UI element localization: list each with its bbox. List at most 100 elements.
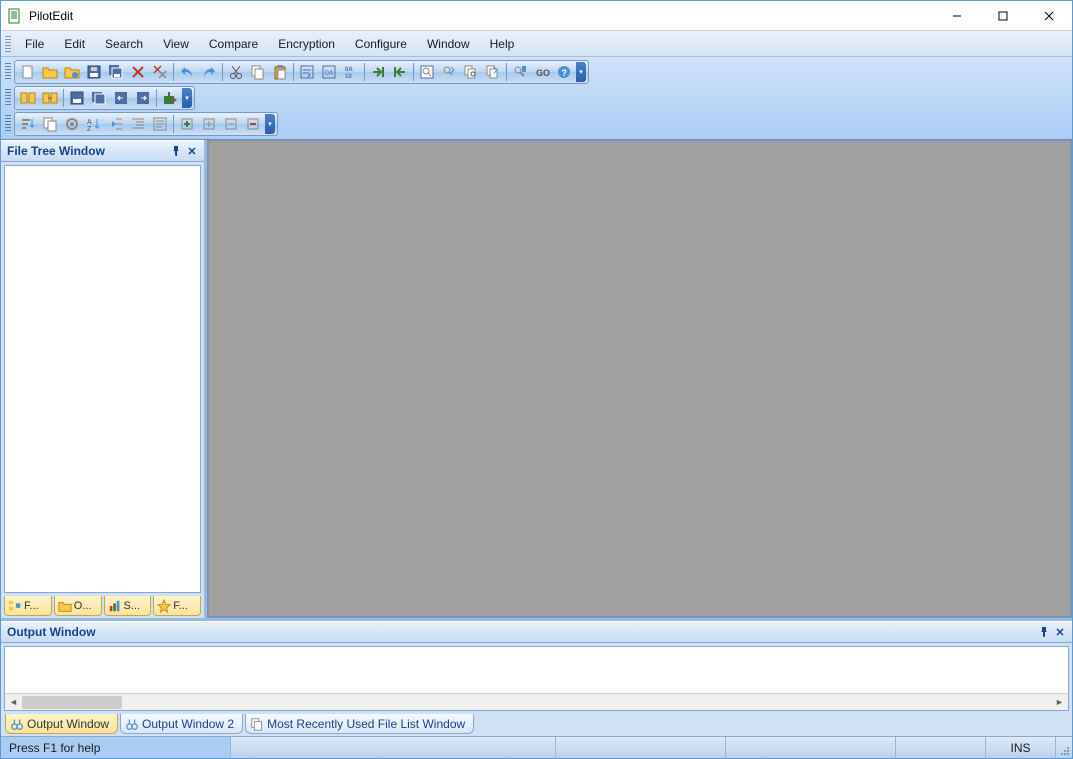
- save-button[interactable]: [83, 62, 105, 82]
- save-all-button[interactable]: [105, 62, 127, 82]
- compare-button[interactable]: [17, 88, 39, 108]
- menu-file[interactable]: File: [15, 33, 54, 55]
- remove-button[interactable]: [220, 114, 242, 134]
- column-mode-button[interactable]: 0A10: [340, 62, 362, 82]
- file-tree-body[interactable]: [4, 165, 201, 593]
- redo-button[interactable]: [198, 62, 220, 82]
- copy-right-icon: [135, 90, 151, 106]
- bookmark-button[interactable]: [509, 62, 531, 82]
- undo-button[interactable]: [176, 62, 198, 82]
- toolbar3-grip[interactable]: [5, 115, 11, 133]
- indent-right-icon: [130, 116, 146, 132]
- menubar-grip[interactable]: [5, 36, 11, 52]
- menu-configure[interactable]: Configure: [345, 33, 417, 55]
- output-icon: [10, 717, 24, 731]
- find-files-button[interactable]: [460, 62, 482, 82]
- maximize-button[interactable]: [980, 1, 1026, 30]
- toolbar-overflow[interactable]: ▾: [265, 114, 275, 134]
- close-button[interactable]: [127, 62, 149, 82]
- menu-encryption[interactable]: Encryption: [268, 33, 345, 55]
- indent-right-button[interactable]: [127, 114, 149, 134]
- goto-button[interactable]: GO: [531, 62, 553, 82]
- menu-view[interactable]: View: [153, 33, 199, 55]
- output-close-icon[interactable]: ✕: [1052, 624, 1068, 640]
- toolbar-overflow[interactable]: ▾: [576, 62, 586, 82]
- folder-icon: [58, 599, 72, 613]
- editor-area[interactable]: [207, 140, 1072, 618]
- sync-button[interactable]: [88, 88, 110, 108]
- open-file-button[interactable]: [39, 62, 61, 82]
- output-tab-1[interactable]: Output Window 2: [120, 714, 243, 734]
- menu-help[interactable]: Help: [480, 33, 525, 55]
- find-button[interactable]: [416, 62, 438, 82]
- mru-icon: [250, 717, 264, 731]
- help-button[interactable]: ?: [553, 62, 575, 82]
- prev-button[interactable]: [389, 62, 411, 82]
- filter-icon: [42, 116, 58, 132]
- scroll-right-icon[interactable]: ►: [1051, 695, 1068, 710]
- toolbar-overflow[interactable]: ▾: [182, 88, 192, 108]
- compare-merge-button[interactable]: [39, 88, 61, 108]
- output-content[interactable]: [5, 647, 1068, 693]
- svg-text:Z: Z: [87, 126, 92, 132]
- close-panel-icon[interactable]: ✕: [184, 143, 200, 159]
- menu-window[interactable]: Window: [417, 33, 480, 55]
- close-all-button[interactable]: [149, 62, 171, 82]
- open-ftp-button[interactable]: [61, 62, 83, 82]
- output-tab-0[interactable]: Output Window: [5, 714, 118, 734]
- resize-grip[interactable]: [1056, 737, 1072, 758]
- minimize-button[interactable]: [934, 1, 980, 30]
- sort-button[interactable]: [17, 114, 39, 134]
- options-icon: [64, 116, 80, 132]
- run-button[interactable]: [159, 88, 181, 108]
- scroll-thumb[interactable]: [22, 696, 122, 709]
- sidebar-tab-1[interactable]: O...: [54, 596, 102, 616]
- sidebar-tab-3[interactable]: F...: [153, 596, 201, 616]
- save-icon: [86, 64, 102, 80]
- sync-icon: [91, 90, 107, 106]
- filter-button[interactable]: [39, 114, 61, 134]
- expand-icon: [179, 116, 195, 132]
- options-button[interactable]: [61, 114, 83, 134]
- next-button[interactable]: [367, 62, 389, 82]
- compare-dir-button[interactable]: [66, 88, 88, 108]
- open-file-icon: [42, 64, 58, 80]
- paste-button[interactable]: [269, 62, 291, 82]
- menu-compare[interactable]: Compare: [199, 33, 268, 55]
- add-icon: [201, 116, 217, 132]
- output-hscrollbar[interactable]: ◄ ►: [5, 693, 1068, 710]
- output-icon: [125, 717, 139, 731]
- status-cell-3: [726, 737, 896, 758]
- scroll-left-icon[interactable]: ◄: [5, 695, 22, 710]
- copy-left-button[interactable]: [110, 88, 132, 108]
- collapse-button[interactable]: [242, 114, 264, 134]
- output-tab-2[interactable]: Most Recently Used File List Window: [245, 714, 474, 734]
- new-file-button[interactable]: [17, 62, 39, 82]
- menu-search[interactable]: Search: [95, 33, 153, 55]
- sort-az-button[interactable]: AZ: [83, 114, 105, 134]
- star-icon: [157, 599, 171, 613]
- toolbar1-grip[interactable]: [5, 63, 11, 81]
- output-title: Output Window: [7, 625, 96, 639]
- toolbar2-grip[interactable]: [5, 89, 11, 107]
- indent-left-button[interactable]: [105, 114, 127, 134]
- svg-text:0A: 0A: [325, 70, 334, 77]
- open-ftp-icon: [64, 64, 80, 80]
- hex-button[interactable]: 0A: [318, 62, 340, 82]
- word-wrap-button[interactable]: [296, 62, 318, 82]
- pin-icon[interactable]: [168, 143, 184, 159]
- add-button[interactable]: [198, 114, 220, 134]
- copy-right-button[interactable]: [132, 88, 154, 108]
- replace-files-button[interactable]: [482, 62, 504, 82]
- menu-edit[interactable]: Edit: [54, 33, 95, 55]
- format-button[interactable]: [149, 114, 171, 134]
- expand-button[interactable]: [176, 114, 198, 134]
- output-pin-icon[interactable]: [1036, 624, 1052, 640]
- cut-icon: [228, 64, 244, 80]
- find-replace-button[interactable]: [438, 62, 460, 82]
- sidebar-tab-0[interactable]: F...: [4, 596, 52, 616]
- cut-button[interactable]: [225, 62, 247, 82]
- copy-button[interactable]: [247, 62, 269, 82]
- sidebar-tab-2[interactable]: S...: [104, 596, 152, 616]
- close-button[interactable]: [1026, 1, 1072, 30]
